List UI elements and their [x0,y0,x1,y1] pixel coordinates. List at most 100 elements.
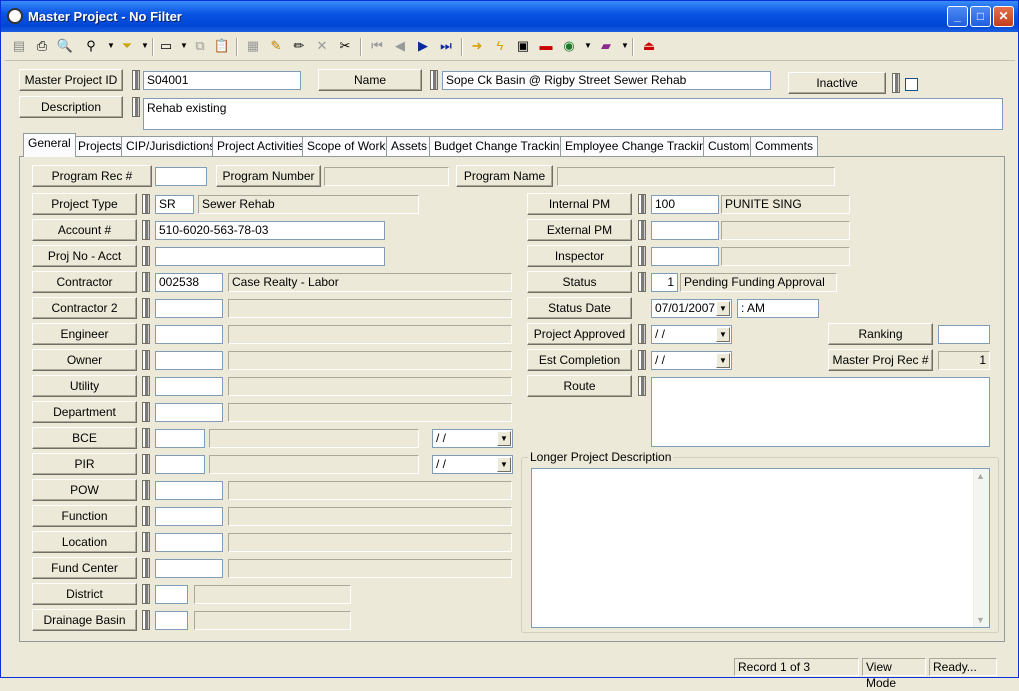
pow-label[interactable]: POW [32,479,137,501]
chevron-down-icon[interactable]: ▼ [497,431,511,446]
status-time-field[interactable]: : AM [737,299,819,318]
engineer-code-field[interactable] [155,325,223,344]
inactive-label[interactable]: Inactive [788,72,886,94]
function-code-field[interactable] [155,507,223,526]
est-completion-label[interactable]: Est Completion Date [527,349,632,387]
program-rec-label[interactable]: Program Rec # [32,165,152,187]
pir-date-field[interactable]: / / ▼ [432,455,513,474]
globe-icon[interactable]: ◉ [559,36,579,56]
tab-projects[interactable]: Projects [73,136,127,156]
chevron-down-icon[interactable]: ▼ [716,301,730,316]
external-pm-code-field[interactable] [651,221,719,240]
project-approved-label[interactable]: Project Approved [527,323,632,345]
globe-dropdown-icon[interactable]: ▼ [578,36,598,56]
status-label[interactable]: Status [527,271,632,293]
bce-date-field[interactable]: / / ▼ [432,429,513,448]
function-label[interactable]: Function [32,505,137,527]
status-date-label[interactable]: Status Date [527,297,632,319]
tab-employee-change-tracking[interactable]: Employee Change Tracking [560,136,718,156]
owner-code-field[interactable] [155,351,223,370]
master-project-id-label[interactable]: Master Project ID [19,69,123,91]
maximize-button[interactable]: □ [970,6,991,27]
contractor-code-field[interactable]: 002538 [155,273,223,292]
save-icon[interactable]: ▤ [9,36,29,56]
print-preview-icon[interactable]: 🔍 [55,36,75,56]
chevron-down-icon[interactable]: ▼ [497,457,511,472]
tab-cip-jurisdictions[interactable]: CIP/Jurisdictions [121,136,221,156]
arrow-icon[interactable]: ➜ [467,36,487,56]
close-button[interactable]: ✕ [993,6,1014,27]
owner-label[interactable]: Owner [32,349,137,371]
route-field[interactable] [651,377,990,447]
program-rec-field[interactable] [155,167,207,186]
program-name-label[interactable]: Program Name [456,165,553,187]
engineer-label[interactable]: Engineer [32,323,137,345]
department-label[interactable]: Department [32,401,137,423]
status-code-field[interactable]: 1 [651,273,678,292]
utility-code-field[interactable] [155,377,223,396]
ranking-field[interactable] [938,325,990,344]
chevron-down-icon[interactable]: ▼ [716,327,730,342]
master-proj-rec-label[interactable]: Master Proj Rec # [828,349,933,371]
copy-icon[interactable]: ⧉ [190,36,210,56]
next-record-icon[interactable]: ▶ [413,36,433,56]
exit-icon[interactable]: ⏏ [639,36,659,56]
utility-label[interactable]: Utility [32,375,137,397]
filter-icon[interactable]: ⏷ [117,36,137,56]
pir-label[interactable]: PIR [32,453,137,475]
new-record-icon[interactable]: ▭ [156,36,176,56]
prev-record-icon[interactable]: ◀ [390,36,410,56]
undo-icon[interactable]: ▦ [243,36,263,56]
est-completion-field[interactable]: / / ▼ [651,351,732,370]
print-icon[interactable]: ⎙ [32,36,52,56]
project-type-code-field[interactable]: SR [155,195,194,214]
pir-code-field[interactable] [155,455,205,474]
drainage-basin-label[interactable]: Drainage Basin [32,609,137,631]
program-number-label[interactable]: Program Number [216,165,321,187]
district-code-field[interactable] [155,585,188,604]
location-label[interactable]: Location [32,531,137,553]
internal-pm-code-field[interactable]: 100 [651,195,719,214]
tab-custom[interactable]: Custom [703,136,755,156]
tab-general[interactable]: General [23,133,76,157]
lightning-icon[interactable]: ϟ [490,36,510,56]
name-field[interactable]: Sope Ck Basin @ Rigby Street Sewer Rehab [442,71,771,90]
description-label[interactable]: Description [19,96,123,118]
cut-icon[interactable]: ✂ [335,36,355,56]
minimize-button[interactable]: _ [947,6,968,27]
contractor-label[interactable]: Contractor [32,271,137,293]
pow-code-field[interactable] [155,481,223,500]
bce-label[interactable]: BCE [32,427,137,449]
inspector-code-field[interactable] [651,247,719,266]
proj-no-acct-field[interactable] [155,247,385,266]
toolbox-icon[interactable]: ▬ [536,36,556,56]
longer-description-field[interactable]: ▲ ▼ [531,468,990,628]
tab-scope-of-work[interactable]: Scope of Work [302,136,391,156]
ranking-label[interactable]: Ranking [828,323,933,345]
scroll-up-icon[interactable]: ▲ [976,471,985,481]
fund-center-code-field[interactable] [155,559,223,578]
first-record-icon[interactable]: ⏮ [367,36,387,56]
master-project-id-field[interactable]: S04001 [143,71,301,90]
contractor2-code-field[interactable] [155,299,223,318]
last-record-icon[interactable]: ⏭ [436,36,456,56]
fund-center-label[interactable]: Fund Center [32,557,137,579]
tab-assets[interactable]: Assets [386,136,433,156]
proj-no-acct-label[interactable]: Proj No - Acct [32,245,137,267]
binoculars-icon[interactable]: ⚲ [81,36,101,56]
account-field[interactable]: 510-6020-563-78-03 [155,221,385,240]
vertical-scrollbar[interactable]: ▲ ▼ [973,469,989,627]
tab-project-activities[interactable]: Project Activities [212,136,310,156]
tab-comments[interactable]: Comments [750,136,819,156]
drainage-basin-code-field[interactable] [155,611,188,630]
project-approved-field[interactable]: / / ▼ [651,325,732,344]
edit-icon[interactable]: ✎ [266,36,286,56]
location-code-field[interactable] [155,533,223,552]
route-label[interactable]: Route [527,375,632,397]
contractor2-label[interactable]: Contractor 2 [32,297,137,319]
report-icon[interactable]: ▣ [513,36,533,56]
department-code-field[interactable] [155,403,223,422]
name-label[interactable]: Name [318,69,422,91]
book-icon[interactable]: ▰ [596,36,616,56]
external-pm-label[interactable]: External PM [527,219,632,241]
